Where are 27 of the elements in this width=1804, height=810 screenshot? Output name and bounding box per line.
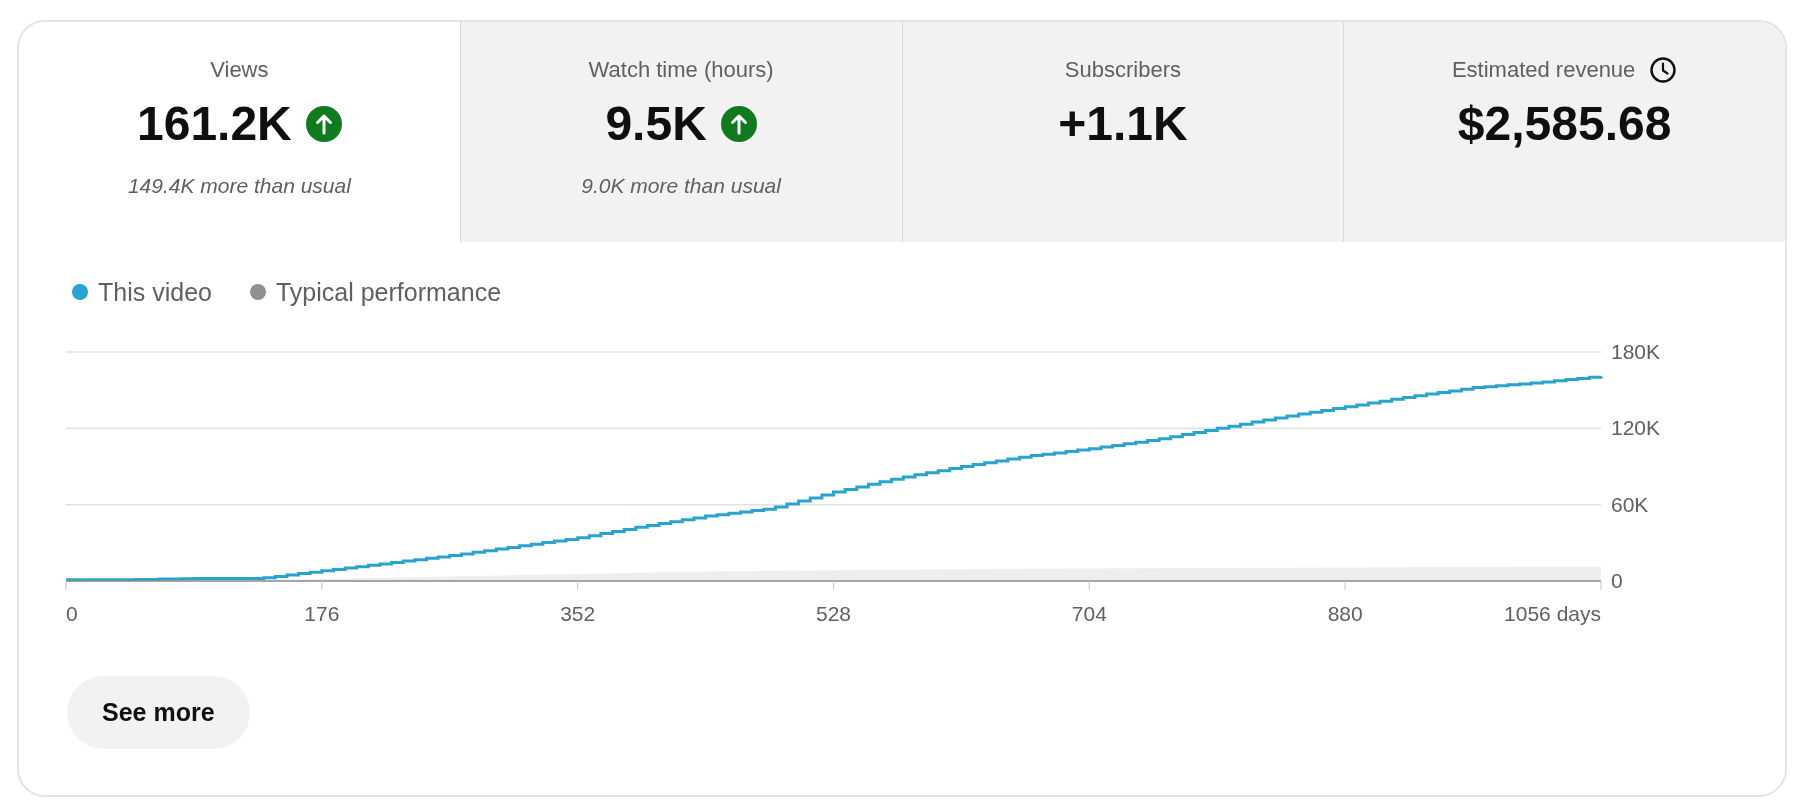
metric-title: Watch time (hours) <box>588 56 774 84</box>
x-axis-label: 0 <box>66 602 78 625</box>
legend-label: This video <box>98 277 212 307</box>
metric-value: 161.2K <box>137 96 292 152</box>
metric-tab[interactable]: Estimated revenue $2,585.68 <box>1343 22 1785 242</box>
x-axis-label: 176 <box>304 602 340 625</box>
comparison-note: 149.4K more than usual <box>127 173 351 199</box>
x-axis-label: 352 <box>560 602 596 625</box>
metric-title: Estimated revenue <box>1451 56 1636 84</box>
metric-tab[interactable]: Watch time (hours) 9.5K 9.0K more than usual <box>459 22 902 242</box>
y-axis-label: 0 <box>1611 569 1623 592</box>
y-axis-label: 60K <box>1611 492 1649 516</box>
y-axis-label: 120K <box>1611 416 1661 440</box>
legend-label: Typical performance <box>275 277 502 307</box>
comparison-note: 9.0K more than usual <box>581 173 781 199</box>
metric-title: Views <box>210 56 269 84</box>
metric-title: Subscribers <box>1064 56 1181 84</box>
metric-value: 9.5K <box>605 96 707 152</box>
x-axis-label: 528 <box>816 602 851 625</box>
metric-value: $2,585.68 <box>1457 96 1672 152</box>
y-axis-label: 180K <box>1611 340 1661 363</box>
metric-tab[interactable]: Subscribers +1.1K <box>901 22 1344 242</box>
metric-value: +1.1K <box>1058 96 1188 152</box>
x-axis-label: 704 <box>1071 602 1107 625</box>
x-axis-label: 880 <box>1327 602 1363 625</box>
see-more-button[interactable]: See more <box>67 676 250 749</box>
x-axis-label: 1056 days <box>1504 602 1601 625</box>
